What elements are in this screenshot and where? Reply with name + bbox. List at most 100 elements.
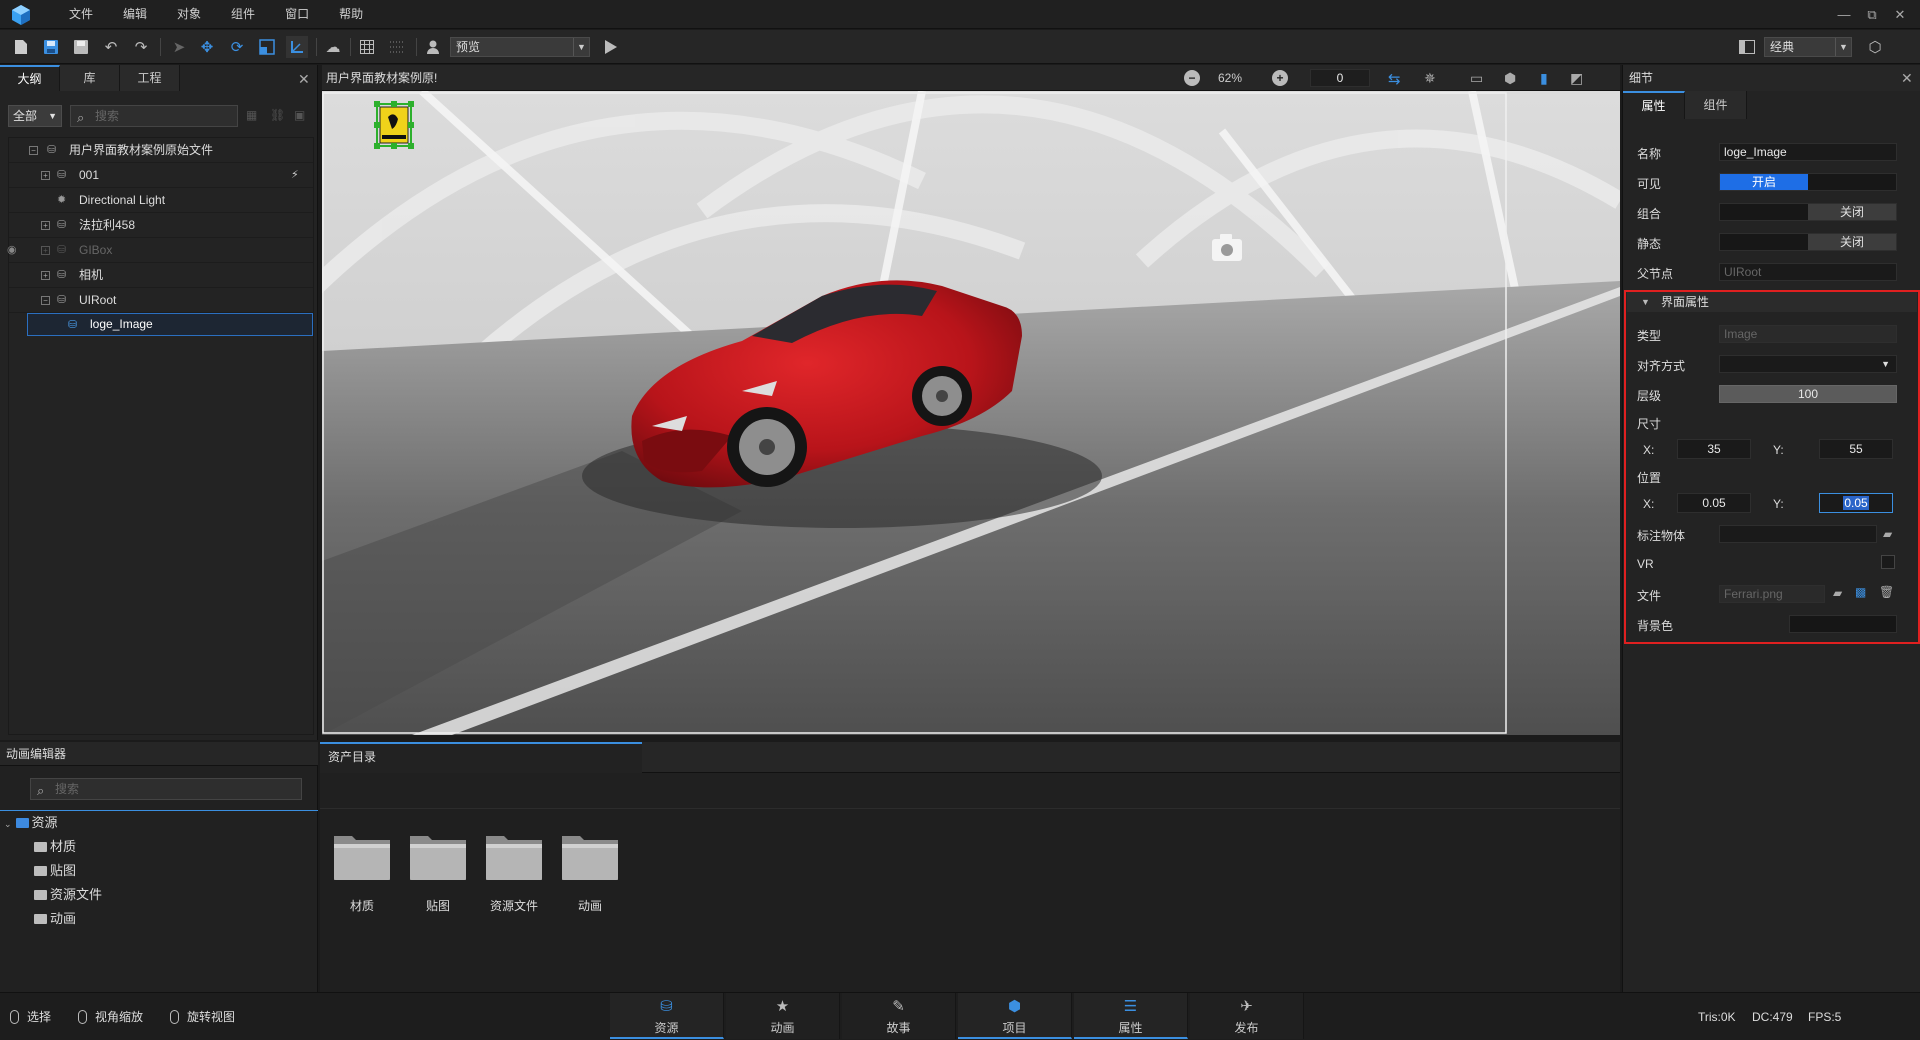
filter-combo[interactable]: 全部 ▼ xyxy=(8,105,62,127)
tree-row[interactable]: + ⛁ 相机 xyxy=(9,263,313,288)
undo-icon[interactable]: ↶ xyxy=(100,36,122,58)
link-icon[interactable]: ⛓ xyxy=(270,108,285,122)
tab-outline[interactable]: 大纲 xyxy=(0,65,60,91)
filter-icon[interactable]: ▦ xyxy=(246,108,257,122)
snap-grid-icon[interactable] xyxy=(386,36,408,58)
tree-row[interactable]: − ⛁ 用户界面教材案例原始文件 xyxy=(9,138,313,163)
menu-file[interactable]: 文件 xyxy=(54,0,108,29)
collapse-icon[interactable]: − xyxy=(29,146,38,155)
menu-edit[interactable]: 编辑 xyxy=(108,0,162,29)
lock-icon[interactable]: ▮ xyxy=(1540,70,1548,87)
asset-folder[interactable]: 材质 xyxy=(331,830,393,914)
menubar: 文件 编辑 对象 组件 窗口 帮助 — ⧉ ✕ xyxy=(0,0,1920,29)
menu-window[interactable]: 窗口 xyxy=(270,0,324,29)
logo-image-widget xyxy=(374,101,414,149)
cube-icon: ⬢ xyxy=(1007,998,1022,1015)
asset-folder[interactable]: 资源文件 xyxy=(483,830,545,914)
bottom-tab-properties[interactable]: ☰ 属性 xyxy=(1074,993,1188,1039)
restore-button[interactable]: ⧉ xyxy=(1858,0,1886,29)
tab-library[interactable]: 库 xyxy=(60,65,120,91)
bottom-tab-story[interactable]: ✎ 故事 xyxy=(842,993,956,1039)
expand-icon[interactable]: + xyxy=(41,221,50,230)
folder-icon xyxy=(15,818,29,828)
minimize-button[interactable]: — xyxy=(1830,0,1858,29)
menu-help[interactable]: 帮助 xyxy=(324,0,378,29)
select-tool-icon[interactable]: ➤ xyxy=(168,36,190,58)
save-all-icon[interactable] xyxy=(70,36,92,58)
asset-breadcrumb xyxy=(320,773,1620,809)
tree-row[interactable]: + ⛁ 法拉利458 xyxy=(9,213,313,238)
search-icon: ⌕ xyxy=(37,783,45,798)
cube-icon[interactable]: ⬢ xyxy=(1504,70,1516,87)
tab-properties[interactable]: 属性 xyxy=(1623,91,1685,119)
tree-item-materials[interactable]: 材质 xyxy=(34,836,76,858)
settings-hex-icon[interactable]: ⬡ xyxy=(1864,36,1886,58)
frame-input[interactable]: 0 xyxy=(1310,69,1370,87)
highlight-box xyxy=(1624,290,1920,644)
bottom-tab-publish[interactable]: ✈ 发布 xyxy=(1190,993,1304,1039)
close-icon[interactable]: ✕ xyxy=(298,71,310,88)
zoom-in-icon[interactable]: + xyxy=(1272,70,1288,86)
asset-folder[interactable]: 贴图 xyxy=(407,830,469,914)
tab-asset-catalog[interactable]: 资产目录 xyxy=(320,742,642,773)
menu-object[interactable]: 对象 xyxy=(162,0,216,29)
asset-folder[interactable]: 动画 xyxy=(559,830,621,914)
tree-item-textures[interactable]: 贴图 xyxy=(34,860,76,882)
tree-row[interactable]: ◉ + ⛁ GIBox xyxy=(7,238,313,263)
expand-icon[interactable]: + xyxy=(41,171,50,180)
anim-search-input[interactable]: ⌕ 搜索 xyxy=(30,778,302,800)
expand-icon[interactable]: + xyxy=(41,271,50,280)
visible-toggle[interactable]: 开启 xyxy=(1719,173,1897,191)
close-window-button[interactable]: ✕ xyxy=(1886,0,1914,29)
sync-icon[interactable]: ⇆ xyxy=(1388,70,1401,88)
tab-components[interactable]: 组件 xyxy=(1685,91,1747,119)
name-label: 名称 xyxy=(1637,147,1662,161)
run-icon[interactable]: ⚡ xyxy=(291,169,305,181)
tree-row[interactable]: ✹ Directional Light xyxy=(9,188,313,213)
sliders-icon: ☰ xyxy=(1123,998,1138,1015)
tree-item-resource-files[interactable]: 资源文件 xyxy=(34,884,102,906)
bottom-tab-project[interactable]: ⬢ 项目 xyxy=(958,993,1072,1039)
tab-project[interactable]: 工程 xyxy=(120,65,180,91)
expand-icon[interactable]: + xyxy=(41,246,50,255)
play-icon[interactable] xyxy=(600,36,622,58)
layout-combo[interactable]: 经典 ▼ xyxy=(1764,37,1852,57)
cloud-icon[interactable]: ☁ xyxy=(322,36,344,58)
menu-component[interactable]: 组件 xyxy=(216,0,270,29)
tree-row[interactable]: + ⛁ 001 ⚡ xyxy=(9,163,313,188)
hidden-eye-icon[interactable]: ◉ xyxy=(7,244,21,256)
magic-wand-icon: ✎ xyxy=(892,998,905,1015)
layout-icon[interactable] xyxy=(1736,36,1758,58)
zoom-out-icon[interactable]: − xyxy=(1184,70,1200,86)
camera-video-icon[interactable]: ▭ xyxy=(1470,70,1483,87)
tree-root-assets[interactable]: ⌄ 资源 xyxy=(4,812,58,834)
tree-row-selected[interactable]: ⛁ loge_Image xyxy=(27,313,313,336)
parent-label: 父节点 xyxy=(1637,267,1674,281)
redo-icon[interactable]: ↷ xyxy=(130,36,152,58)
scale-tool-icon[interactable] xyxy=(256,36,278,58)
move-tool-icon[interactable]: ✥ xyxy=(196,36,218,58)
close-icon[interactable]: ✕ xyxy=(1901,70,1913,87)
options-icon[interactable]: ▣ xyxy=(294,108,305,122)
tree-row[interactable]: − ⛁ UIRoot xyxy=(9,288,313,313)
grid-icon[interactable] xyxy=(356,36,378,58)
save-icon[interactable] xyxy=(40,36,62,58)
bottom-tab-animation[interactable]: ★ 动画 xyxy=(726,993,840,1039)
group-label: 组合 xyxy=(1637,207,1662,221)
axis-tool-icon[interactable] xyxy=(286,36,308,58)
group-toggle[interactable]: 关闭 xyxy=(1719,203,1897,221)
rotate-tool-icon[interactable]: ⟳ xyxy=(226,36,248,58)
gear-icon[interactable]: ✵ xyxy=(1424,70,1436,87)
shading-icon[interactable]: ◩ xyxy=(1570,70,1583,87)
bottom-tab-assets[interactable]: ⛁ 资源 xyxy=(610,993,724,1039)
app-logo-icon xyxy=(12,5,30,25)
static-toggle[interactable]: 关闭 xyxy=(1719,233,1897,251)
tree-item-animations[interactable]: 动画 xyxy=(34,908,76,930)
user-icon[interactable] xyxy=(422,36,444,58)
name-field[interactable]: loge_Image xyxy=(1719,143,1897,161)
outline-search-input[interactable]: ⌕ 搜索 xyxy=(70,105,238,127)
scene-viewport[interactable] xyxy=(322,91,1620,735)
new-file-icon[interactable] xyxy=(10,36,32,58)
collapse-icon[interactable]: − xyxy=(41,296,50,305)
mode-combo[interactable]: 预览 ▼ xyxy=(450,37,590,57)
